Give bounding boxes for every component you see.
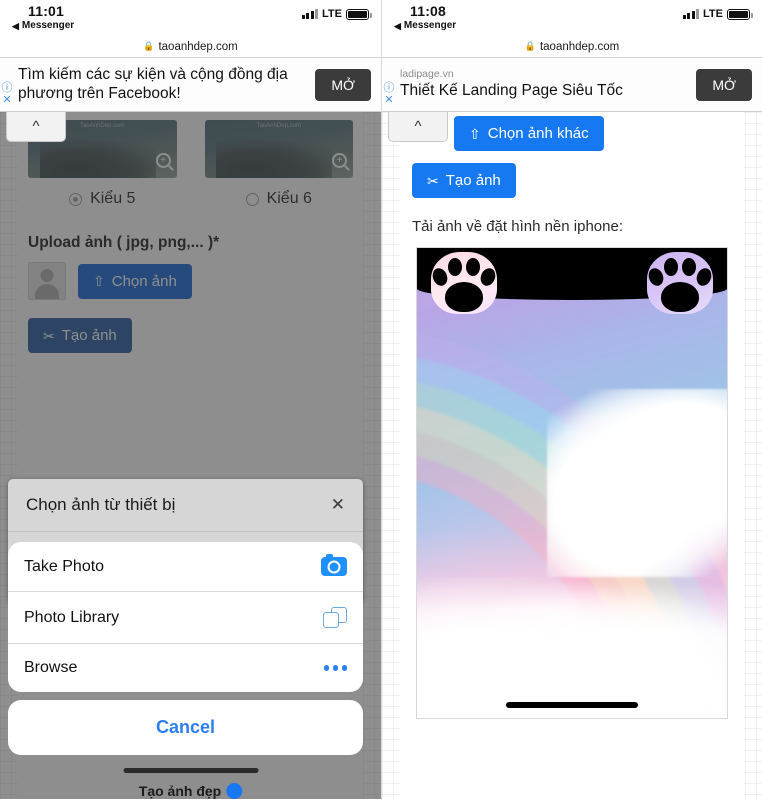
page-content-left: TaoAnhDep.com Kiểu 5 TaoAnhDep.com [0,112,381,799]
url-host: taoanhdep.com [158,40,238,53]
signal-bars-icon [301,9,319,19]
ad-banner-left[interactable]: ⓘ ✕ Tìm kiếm các sự kiện và cộng đồng đị… [0,58,381,112]
ad-badge-group: ⓘ ✕ [383,82,395,106]
action-cancel-button[interactable]: Cancel [8,700,363,755]
ad-badge-group: ⓘ ✕ [1,82,13,106]
ad-text: Thiết Kế Landing Page Siêu Tốc [400,81,623,99]
info-icon[interactable]: ⓘ [1,82,13,94]
close-icon[interactable]: ✕ [331,495,345,515]
info-icon[interactable]: ⓘ [383,82,395,94]
create-image-label: Tạo ảnh [445,172,501,189]
wallpaper-cloud-lower [417,577,727,718]
generated-wallpaper-image[interactable] [416,247,728,719]
back-to-app-link[interactable]: ◀ Messenger [12,21,74,31]
wallpaper-cloud-upper [547,389,727,577]
action-browse[interactable]: Browse [8,643,363,692]
site-footer-title: Tạo ảnh đẹp [138,783,243,799]
camera-icon [321,554,347,576]
create-image-button[interactable]: ✂ Tạo ảnh [412,163,516,198]
ellipsis-icon [323,665,347,671]
status-time: 11:08 [410,3,447,19]
choose-other-image-button[interactable]: ⇧ Chọn ảnh khác [454,116,604,151]
action-browse-label: Browse [24,659,78,676]
cat-paw-left-icon [430,252,498,314]
carrier-label: LTE [322,8,342,20]
url-bar-right[interactable]: 🔒 taoanhdep.com [382,36,762,58]
lock-icon: 🔒 [524,41,536,51]
choose-other-image-label: Chọn ảnh khác [487,125,589,142]
cat-paw-right-icon [646,252,714,314]
upload-icon: ⇧ [469,125,481,142]
url-bar-left[interactable]: 🔒 taoanhdep.com [0,36,381,58]
close-icon[interactable]: ✕ [1,94,13,106]
download-note: Tải ảnh về đặt hình nền iphone: [412,218,623,235]
chevron-up-icon[interactable]: ^ [6,112,66,142]
battery-icon [346,8,372,20]
ad-open-button[interactable]: MỞ [696,68,752,101]
photo-stack-icon [323,607,347,628]
carrier-label: LTE [703,8,723,20]
status-left-group: 11:08 ◀ Messenger [394,4,456,31]
ad-body: ladipage.vn Thiết Kế Landing Page Siêu T… [396,68,688,101]
battery-icon [727,8,753,20]
modal-title: Chọn ảnh từ thiết bị [26,495,176,514]
lock-icon: 🔒 [143,41,155,51]
site-footer-label: Tạo ảnh đẹp [138,783,222,799]
back-triangle-icon: ◀ [394,20,401,31]
action-sheet-options: Take Photo Photo Library Browse [8,542,363,692]
chevron-up-icon[interactable]: ^ [388,112,448,142]
status-bar-right: 11:08 ◀ Messenger LTE [382,0,762,36]
back-app-label: Messenger [403,20,457,31]
ad-body: Tìm kiếm các sự kiện và cộng đồng địa ph… [14,66,307,104]
url-host: taoanhdep.com [539,40,620,53]
close-icon[interactable]: ✕ [383,94,395,106]
page-content-right: ⇧ Chọn ảnh khác ✂ Tạo ảnh Tải ảnh về đặt… [382,112,762,799]
action-take-photo-label: Take Photo [24,557,105,575]
wallpaper-home-indicator [506,702,638,708]
footer-badge-icon [226,783,243,799]
action-photo-library-label: Photo Library [24,608,120,626]
left-phone-screenshot: 11:01 ◀ Messenger LTE 🔒 taoanhdep.com ⓘ … [0,0,381,800]
action-take-photo[interactable]: Take Photo [8,542,363,591]
right-phone-screenshot: 11:08 ◀ Messenger LTE 🔒 taoanhdep.com ⓘ … [381,0,762,800]
scissors-icon: ✂ [427,172,439,189]
ad-open-button[interactable]: MỞ [315,68,371,101]
status-time: 11:01 [28,3,65,19]
back-triangle-icon: ◀ [12,20,19,31]
ios-action-sheet: Take Photo Photo Library Browse Cancel [8,542,363,755]
choose-other-row: ⇧ Chọn ảnh khác [454,116,732,151]
result-content: ⇧ Chọn ảnh khác ✂ Tạo ảnh Tải ảnh về đặt… [382,112,762,719]
action-photo-library[interactable]: Photo Library [8,591,363,643]
signal-bars-icon [682,9,700,19]
status-right-group: LTE [682,4,753,20]
dual-screenshot-stage: 11:01 ◀ Messenger LTE 🔒 taoanhdep.com ⓘ … [0,0,762,800]
ad-banner-right[interactable]: ⓘ ✕ ladipage.vn Thiết Kế Landing Page Si… [382,58,762,112]
ad-text: Tìm kiếm các sự kiện và cộng đồng địa ph… [18,65,288,102]
status-right-group: LTE [301,4,372,20]
ad-source-label: ladipage.vn [400,68,454,81]
back-to-app-link[interactable]: ◀ Messenger [394,21,456,31]
back-app-label: Messenger [21,20,75,31]
status-bar-left: 11:01 ◀ Messenger LTE [0,0,381,36]
home-indicator [123,768,258,773]
status-left-group: 11:01 ◀ Messenger [12,4,74,31]
modal-header: Chọn ảnh từ thiết bị ✕ [8,479,363,532]
